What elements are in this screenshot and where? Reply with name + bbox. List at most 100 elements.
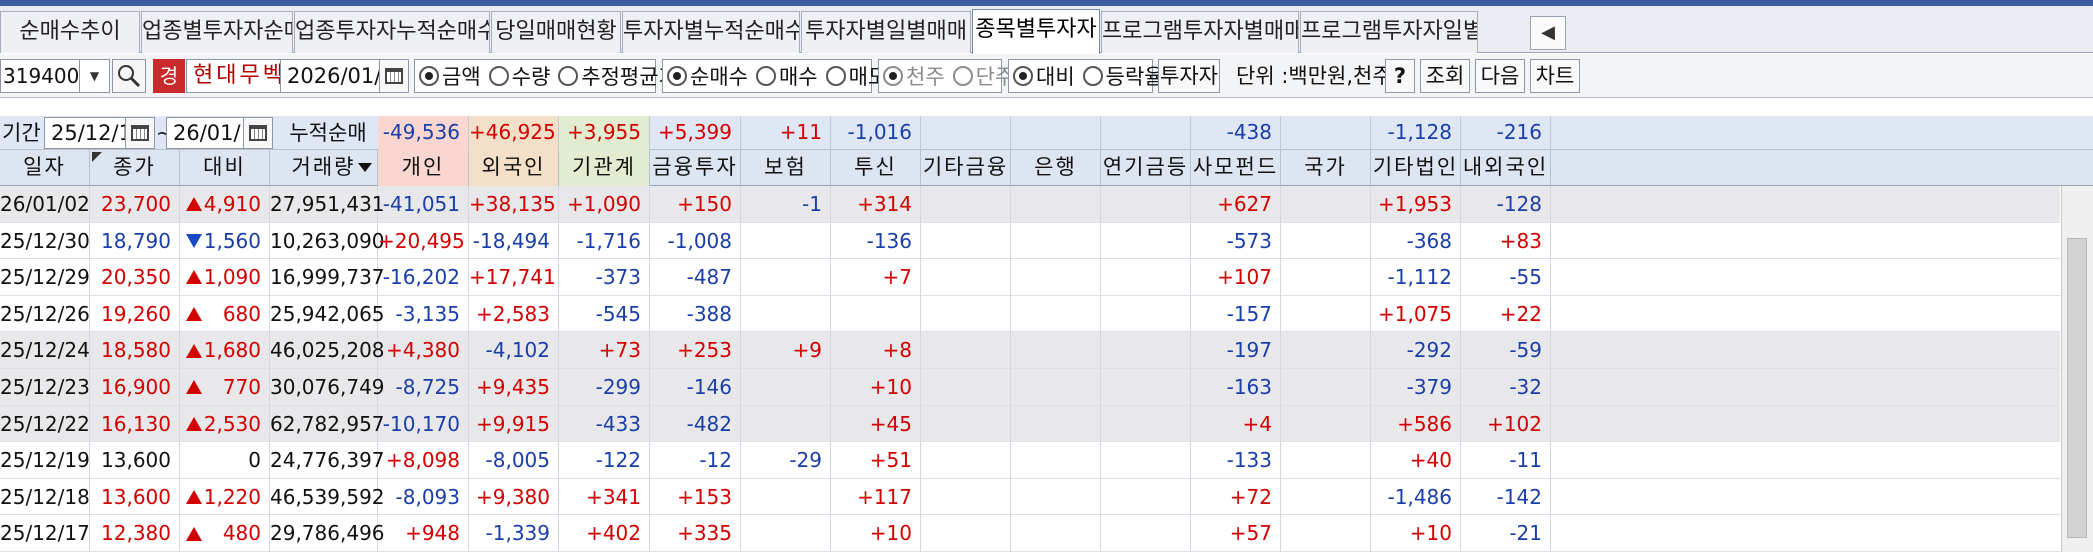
radio-label: 대비 [1036,65,1075,89]
radio-amount[interactable]: 금액 [419,61,481,91]
cell-etc-corp: -292 [1371,332,1461,369]
header-individual[interactable]: 개인 [378,150,469,186]
cell-diff: 680 [180,295,270,333]
radio-buy[interactable]: 매수 [755,61,818,91]
header-domestic-foreign[interactable]: 내외국인 [1461,150,1551,186]
header-etc-finance[interactable]: 기타금융 [921,150,1011,186]
radio-quantity[interactable]: 수량 [488,61,550,91]
help-button[interactable]: ? [1385,59,1415,93]
header-volume[interactable]: 거래량 [270,150,378,186]
tab-investor-cumulative[interactable]: 투자자별누적순매수 [622,11,800,53]
cell-close: 13,600 [90,478,180,516]
header-nation[interactable]: 국가 [1281,150,1371,186]
stock-code-input[interactable]: 319400 [0,59,80,93]
header-institution[interactable]: 기관계 [559,150,650,186]
date-input[interactable]: 2026/01/10 [280,59,408,93]
radio-avg-price[interactable]: 추정평균가 [558,61,678,91]
header-diff[interactable]: 대비 [180,150,270,186]
table-row[interactable]: 25/12/19 13,600 0 24,776,397 +8,098 -8,005 -12… [0,442,2060,479]
cell-diff: 770 [180,369,270,406]
cell-pension [1101,405,1191,443]
chevron-down-icon[interactable] [358,163,372,172]
tab-daily-trading-status[interactable]: 당일매매현황 [491,11,621,53]
radio-rate[interactable]: 등락율 [1082,61,1164,91]
cell-private-fund: +627 [1191,186,1281,223]
cell-volume: 10,263,090 [270,222,385,260]
header-finance[interactable]: 금융투자 [650,150,741,186]
table-row[interactable]: 25/12/17 12,380 480 29,786,496 +948 -1,339 +40… [0,515,2060,552]
cell-finance: -487 [650,259,741,296]
cell-finance: +253 [650,332,741,369]
radio-diff[interactable]: 대비 [1013,61,1075,91]
header-date[interactable]: 일자 [0,150,90,186]
cell-date: 25/12/17 [0,515,90,552]
tab-sector-investor-cumulative[interactable]: 업종투자자누적순매수 [294,11,490,53]
investor-button[interactable]: 투자자 [1158,59,1220,93]
vertical-scrollbar[interactable] [2061,186,2093,552]
cell-private-fund: +57 [1191,515,1281,552]
cell-domestic-foreign: +22 [1461,295,1551,333]
cell-diff: 1,220 [180,478,270,516]
cell-volume: 16,999,737 [270,259,385,296]
period-from-calendar[interactable] [125,117,155,149]
period-to-input[interactable]: 26/01/10 [166,117,267,149]
header-bank[interactable]: 은행 [1011,150,1101,186]
search-button[interactable] [112,59,146,93]
tab-investor-daily[interactable]: 투자자별일별매매 [801,11,971,53]
next-button[interactable]: 다음 [1475,59,1525,93]
tab-net-buy-trend[interactable]: 순매수추이 [0,11,140,53]
calendar-button[interactable] [379,59,409,93]
cell-domestic-foreign: -128 [1461,186,1551,223]
header-trust[interactable]: 투신 [831,150,921,186]
header-private-fund[interactable]: 사모펀드 [1191,150,1281,186]
radio-net-buy[interactable]: 순매수 [667,61,748,91]
cell-foreign: -4,102 [469,332,559,369]
stock-code-dropdown[interactable]: ▼ [80,59,110,93]
table-row[interactable]: 25/12/23 16,900 770 30,076,749 -8,725 +9,435-… [0,369,2060,406]
cell-foreign: +9,380 [469,478,559,516]
period-to-calendar[interactable] [243,117,273,149]
period-from-input[interactable]: 25/12/10 [44,117,145,149]
share-unit-group: 천주 단주 [878,59,1014,93]
cell-nation [1281,369,1371,406]
table-row[interactable]: 25/12/24 18,580 1,680 46,025,208 +4,380 -4,10… [0,332,2060,369]
cell-private-fund: -157 [1191,295,1281,333]
cell-institution: +341 [559,478,650,516]
radio-label: 순매수 [690,65,748,89]
header-close[interactable]: 종가 [90,150,180,186]
cell-insurance: -29 [741,442,831,479]
query-button[interactable]: 조회 [1420,59,1470,93]
header-insurance[interactable]: 보험 [741,150,831,186]
cell-institution: -433 [559,405,650,443]
header-foreign[interactable]: 외국인 [469,150,559,186]
header-etc-corp[interactable]: 기타법인 [1371,150,1461,186]
cell-close: 18,580 [90,332,180,369]
sum-etc-finance [921,116,1011,150]
cell-etc-finance [921,332,1011,369]
header-pension[interactable]: 연기금등 [1101,150,1191,186]
cell-close: 19,260 [90,295,180,333]
cell-trust: -136 [831,222,921,260]
table-row[interactable]: 25/12/29 20,350 1,090 16,999,737 -16,202 +17,… [0,259,2060,296]
cell-etc-corp: +1,953 [1371,186,1461,223]
table-row[interactable]: 25/12/22 16,130 2,530 62,782,957 -10,170 +9,9… [0,405,2060,443]
cell-institution: -545 [559,295,650,333]
scrollbar-thumb[interactable] [2067,238,2087,538]
cell-private-fund: +4 [1191,405,1281,443]
tab-program-investor[interactable]: 프로그램투자자별매매 [1101,11,1299,53]
table-row[interactable]: 25/12/26 19,260 680 25,942,065 -3,135 +2,583-… [0,295,2060,333]
table-row[interactable]: 25/12/30 18,790 1,560 10,263,090 +20,495 -18,… [0,222,2060,260]
cell-bank [1011,295,1101,333]
tab-prev-button[interactable]: ◀ [1530,16,1566,50]
chart-button[interactable]: 차트 [1530,59,1580,93]
cell-domestic-foreign: -11 [1461,442,1551,479]
cell-pension [1101,369,1191,406]
table-header: 일자 종가 대비 거래량 개인 외국인 기관계 금융투자 보험 투신 기타금융 … [0,150,2093,186]
tab-sector-investor-net-buy[interactable]: 업종별투자자순매수 [141,11,293,53]
table-row[interactable]: 25/12/18 13,600 1,220 46,539,592 -8,093 +9,38… [0,478,2060,516]
cell-insurance [741,515,831,552]
table-row[interactable]: 26/01/02 23,700 4,910 27,951,431 -41,051 +38,… [0,186,2060,223]
tab-stock-investor[interactable]: 종목별투자자 [972,9,1100,54]
up-arrow-icon [186,197,202,212]
tab-program-investor-daily[interactable]: 프로그램투자자일별 [1300,11,1478,53]
